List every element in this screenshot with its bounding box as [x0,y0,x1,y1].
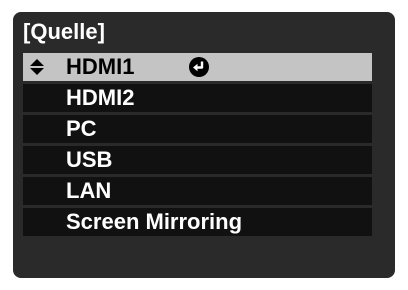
source-item-label: HDMI2 [66,85,135,110]
source-item-lan[interactable]: LAN [23,177,372,205]
source-item-pc[interactable]: PC [23,115,372,143]
source-item-label: PC [66,116,97,141]
up-down-arrows-icon [30,59,44,75]
menu-title: [Quelle] [23,19,105,44]
source-item-label: Screen Mirroring [66,209,243,234]
source-item-hdmi1[interactable]: HDMI1 [23,53,372,81]
enter-return-icon [189,57,209,77]
source-item-label: USB [66,147,113,172]
source-item-usb[interactable]: USB [23,146,372,174]
source-item-label: LAN [66,178,112,203]
source-item-screen-mirroring[interactable]: Screen Mirroring [23,208,372,236]
source-item-hdmi2[interactable]: HDMI2 [23,84,372,112]
source-list: HDMI1 HDMI2 PC USB LAN Screen Mirroring [23,53,372,239]
source-item-label: HDMI1 [66,54,135,79]
